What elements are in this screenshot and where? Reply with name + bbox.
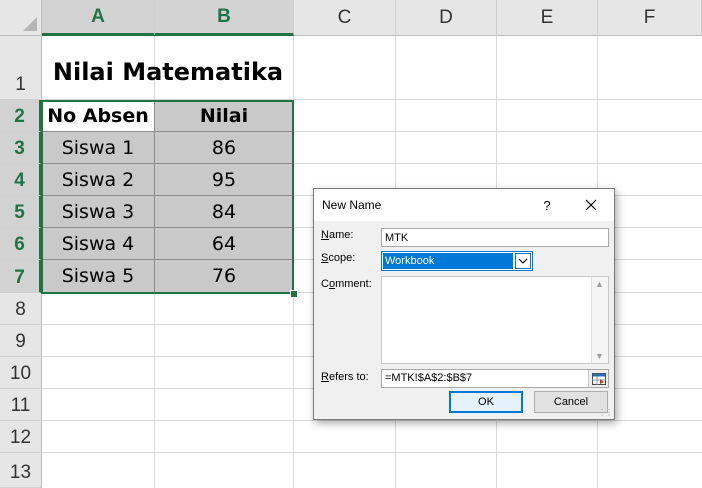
- row-header-9[interactable]: 9: [0, 325, 42, 357]
- comment-label: Comment:: [321, 278, 372, 290]
- cell-a6[interactable]: Siswa 4: [42, 228, 155, 260]
- resize-grip-icon[interactable]: ⋮⋮: [598, 408, 613, 417]
- cell-b3[interactable]: 86: [155, 132, 294, 164]
- row-header-5[interactable]: 5: [0, 196, 42, 228]
- cell-a5[interactable]: Siswa 3: [42, 196, 155, 228]
- cell-b4[interactable]: 95: [155, 164, 294, 196]
- close-icon: [585, 199, 597, 211]
- scope-dropdown-button[interactable]: [515, 253, 531, 269]
- scope-selected-value: Workbook: [383, 253, 513, 269]
- row-header-11[interactable]: 11: [0, 389, 42, 421]
- column-header-c[interactable]: C: [294, 0, 396, 36]
- row-header-4[interactable]: 4: [0, 164, 42, 196]
- refers-to-label: Refers to:: [321, 371, 369, 383]
- cell-a7[interactable]: Siswa 5: [42, 260, 155, 293]
- scope-label: Scope:: [321, 252, 356, 264]
- fill-handle[interactable]: [290, 290, 298, 298]
- row-header-7[interactable]: 7: [0, 260, 42, 293]
- row-header-6[interactable]: 6: [0, 228, 42, 260]
- select-all-corner[interactable]: [0, 0, 42, 36]
- row-header-8[interactable]: 8: [0, 293, 42, 325]
- column-header-d[interactable]: D: [396, 0, 497, 36]
- header-cell-nilai[interactable]: Nilai: [155, 100, 294, 132]
- row-header-12[interactable]: 12: [0, 421, 42, 453]
- ok-button[interactable]: OK: [449, 391, 523, 413]
- refers-to-input[interactable]: =MTK!$A$2:$B$7: [381, 369, 609, 388]
- scope-select[interactable]: Workbook: [381, 251, 533, 271]
- chevron-down-icon: [518, 258, 528, 264]
- column-header-e[interactable]: E: [497, 0, 598, 36]
- header-cell-no-absen[interactable]: No Absen: [42, 100, 155, 132]
- cell-a4[interactable]: Siswa 2: [42, 164, 155, 196]
- comment-textarea[interactable]: ▲ ▼: [381, 276, 609, 364]
- row-header-3[interactable]: 3: [0, 132, 42, 164]
- cell-b5[interactable]: 84: [155, 196, 294, 228]
- cell-b6[interactable]: 64: [155, 228, 294, 260]
- row-header-1[interactable]: 1: [0, 36, 42, 100]
- help-button[interactable]: ?: [537, 195, 557, 215]
- comment-scrollbar[interactable]: ▲ ▼: [591, 277, 608, 363]
- cell-a3[interactable]: Siswa 1: [42, 132, 155, 164]
- column-header-a[interactable]: A: [42, 0, 155, 36]
- scroll-up-icon[interactable]: ▲: [595, 279, 604, 289]
- dialog-title: New Name: [322, 198, 382, 212]
- column-header-f[interactable]: F: [598, 0, 702, 36]
- range-picker-icon: [591, 372, 606, 385]
- refers-to-value: =MTK!$A$2:$B$7: [385, 372, 473, 384]
- range-picker-button[interactable]: [588, 370, 608, 387]
- select-all-icon: [23, 17, 37, 31]
- close-button[interactable]: [576, 193, 606, 217]
- row-header-2[interactable]: 2: [0, 100, 42, 132]
- column-header-b[interactable]: B: [155, 0, 294, 36]
- name-label: Name:: [321, 229, 354, 241]
- dialog-titlebar[interactable]: New Name ?: [314, 189, 614, 221]
- row-header-10[interactable]: 10: [0, 357, 42, 389]
- cancel-button[interactable]: Cancel: [534, 391, 608, 413]
- sheet-title[interactable]: Nilai Matematika: [42, 36, 294, 100]
- name-input[interactable]: MTK: [381, 228, 609, 247]
- scroll-down-icon[interactable]: ▼: [595, 351, 604, 361]
- row-header-13[interactable]: 13: [0, 453, 42, 488]
- new-name-dialog: New Name ? Name: MTK Scope: Workbook Com…: [313, 188, 615, 420]
- cell-b7[interactable]: 76: [155, 260, 294, 293]
